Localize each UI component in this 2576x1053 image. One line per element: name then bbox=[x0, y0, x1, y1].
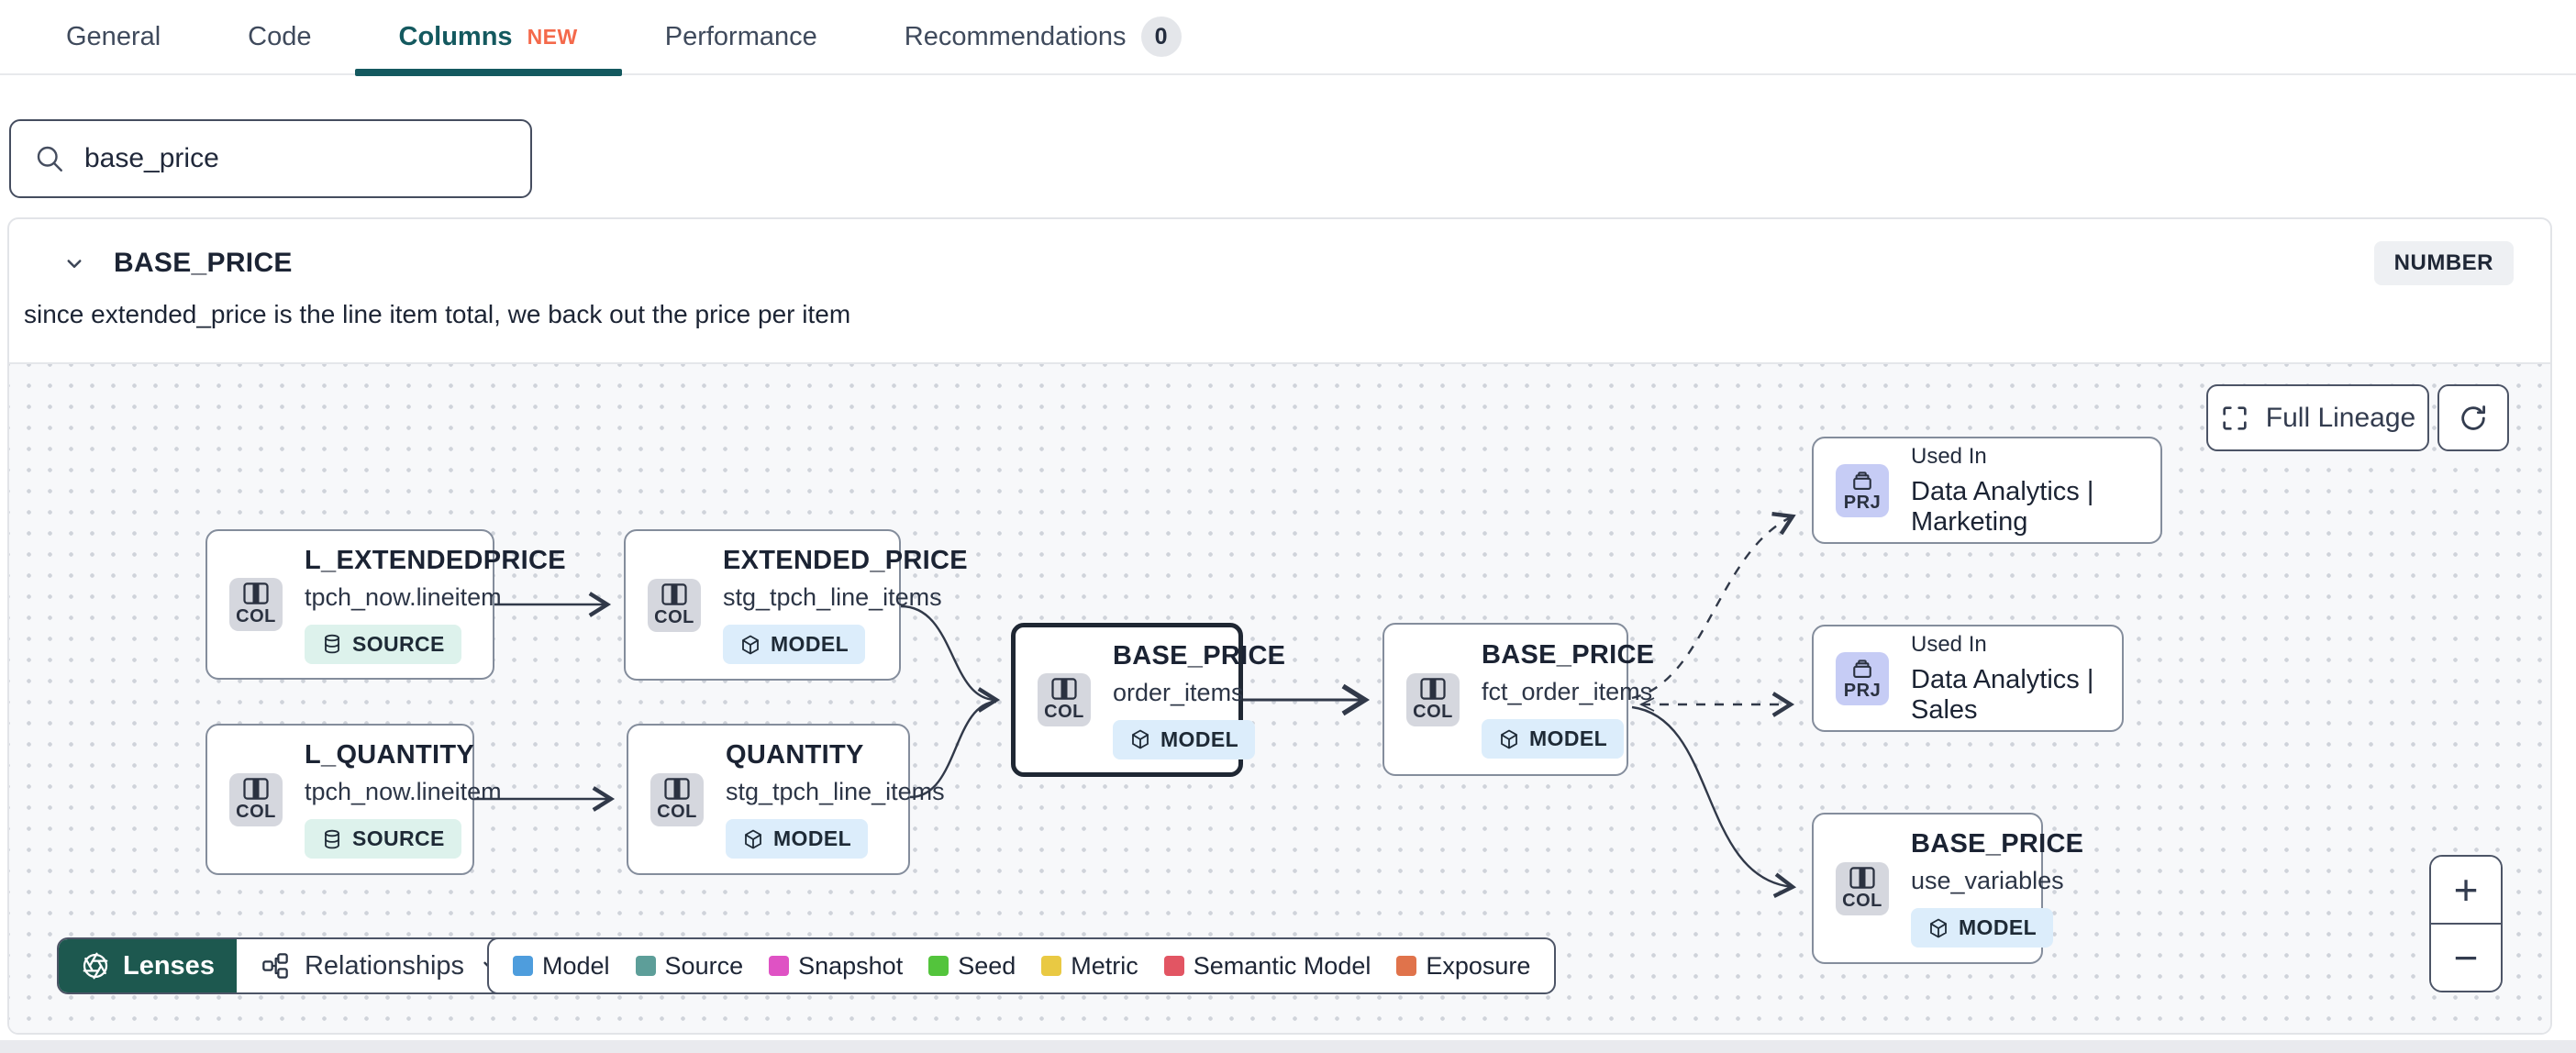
database-icon bbox=[325, 829, 339, 848]
tab-columns[interactable]: Columns NEW bbox=[354, 0, 622, 76]
source-badge: SOURCE bbox=[305, 819, 461, 859]
tab-code[interactable]: Code bbox=[248, 0, 311, 74]
zoom-out-button[interactable]: − bbox=[2431, 925, 2501, 991]
lineage-node-quantity[interactable]: COL QUANTITY stg_tpch_line_items MODEL bbox=[627, 724, 945, 875]
search-icon bbox=[37, 146, 62, 172]
lineage-node-exposure-sales[interactable]: PRJ Used In Data Analytics | Sales bbox=[1812, 625, 2124, 732]
lenses-button[interactable]: Lenses bbox=[59, 939, 237, 992]
relationships-icon bbox=[262, 953, 288, 979]
aperture-icon bbox=[83, 952, 108, 980]
lineage-node-base-price-use-variables[interactable]: COL BASE_PRICE use_variables MODEL bbox=[1812, 813, 2083, 964]
legend-item-exposure: Exposure bbox=[1396, 952, 1530, 981]
refresh-icon bbox=[2461, 405, 2486, 430]
lenses-control: Lenses Relationships bbox=[57, 937, 529, 994]
active-tab-underline bbox=[354, 69, 622, 76]
legend-item-model: Model bbox=[513, 952, 610, 981]
lineage-graph-canvas[interactable]: COL L_EXTENDEDPRICE tpch_now.lineitem SO… bbox=[9, 362, 2550, 1033]
columns-icon: COL bbox=[1836, 861, 1889, 915]
legend-swatch bbox=[928, 956, 949, 976]
tab-performance[interactable]: Performance bbox=[665, 0, 817, 74]
column-search bbox=[9, 119, 532, 198]
tab-general[interactable]: General bbox=[66, 0, 161, 74]
lineage-node-extended-price[interactable]: COL EXTENDED_PRICE stg_tpch_line_items M… bbox=[624, 529, 968, 681]
cube-icon bbox=[742, 635, 759, 654]
lineage-node-base-price-fct-order-items[interactable]: COL BASE_PRICE fct_order_items MODEL bbox=[1382, 623, 1654, 776]
columns-icon: COL bbox=[1038, 673, 1091, 726]
legend-swatch bbox=[1163, 956, 1184, 976]
node-subtitle: tpch_now.lineitem bbox=[305, 582, 502, 611]
lineage-node-l-quantity[interactable]: COL L_QUANTITY tpch_now.lineitem SOURCE bbox=[205, 724, 502, 875]
full-lineage-button[interactable]: Full Lineage bbox=[2206, 384, 2429, 451]
zoom-in-button[interactable]: + bbox=[2431, 857, 2501, 925]
tab-bar: General Code Columns NEW Performance Rec… bbox=[0, 0, 2576, 76]
relationships-dropdown[interactable]: Relationships bbox=[236, 939, 527, 992]
legend-item-metric: Metric bbox=[1041, 952, 1138, 981]
node-subtitle: stg_tpch_line_items bbox=[723, 583, 942, 611]
node-title: L_EXTENDEDPRICE bbox=[305, 545, 566, 575]
legend-item-semantic-model: Semantic Model bbox=[1163, 952, 1371, 981]
archive-icon: PRJ bbox=[1836, 463, 1889, 517]
node-title: Data Analytics | Marketing bbox=[1911, 476, 2094, 537]
column-name: BASE_PRICE bbox=[114, 248, 293, 278]
used-in-label: Used In bbox=[1911, 443, 1987, 469]
column-type-badge: NUMBER bbox=[2373, 241, 2514, 285]
tab-recommendations[interactable]: Recommendations 0 bbox=[905, 0, 1182, 74]
collapse-chevron-icon[interactable] bbox=[61, 249, 88, 277]
node-title: EXTENDED_PRICE bbox=[723, 546, 968, 575]
node-title: L_QUANTITY bbox=[305, 740, 475, 770]
horizontal-scrollbar[interactable] bbox=[0, 1040, 2576, 1053]
zoom-controls: + − bbox=[2429, 855, 2503, 992]
node-title: BASE_PRICE bbox=[1911, 829, 2084, 859]
column-description: since extended_price is the line item to… bbox=[24, 300, 851, 328]
model-badge: MODEL bbox=[1911, 908, 2054, 948]
columns-icon: COL bbox=[229, 578, 283, 631]
cube-icon bbox=[1501, 729, 1517, 748]
legend-swatch bbox=[1041, 956, 1062, 976]
cube-icon bbox=[1930, 918, 1947, 937]
new-badge: NEW bbox=[527, 24, 578, 49]
cube-icon bbox=[745, 829, 761, 848]
columns-icon: COL bbox=[1406, 672, 1460, 726]
used-in-label: Used In bbox=[1911, 631, 1987, 657]
node-subtitle: stg_tpch_line_items bbox=[726, 778, 945, 805]
legend-swatch bbox=[1396, 956, 1417, 976]
lineage-node-base-price-order-items[interactable]: COL BASE_PRICE order_items MODEL bbox=[1011, 623, 1285, 777]
node-title: BASE_PRICE bbox=[1113, 640, 1286, 671]
columns-icon: COL bbox=[648, 578, 701, 632]
recommendations-count-badge: 0 bbox=[1140, 17, 1182, 57]
model-badge: MODEL bbox=[1113, 719, 1256, 759]
search-input[interactable] bbox=[84, 143, 508, 174]
archive-icon: PRJ bbox=[1836, 651, 1889, 705]
legend-item-source: Source bbox=[635, 952, 743, 981]
source-badge: SOURCE bbox=[305, 624, 461, 664]
lineage-node-l-extendedprice[interactable]: COL L_EXTENDEDPRICE tpch_now.lineitem SO… bbox=[205, 529, 566, 680]
legend-swatch bbox=[513, 956, 533, 976]
refresh-button[interactable] bbox=[2437, 384, 2509, 451]
node-title: BASE_PRICE bbox=[1482, 640, 1655, 670]
legend-item-seed: Seed bbox=[928, 952, 1016, 981]
lineage-node-exposure-marketing[interactable]: PRJ Used In Data Analytics | Marketing bbox=[1812, 437, 2162, 544]
node-subtitle: tpch_now.lineitem bbox=[305, 778, 502, 805]
legend-item-snapshot: Snapshot bbox=[769, 952, 903, 981]
column-detail-panel: BASE_PRICE NUMBER since extended_price i… bbox=[7, 217, 2552, 1035]
columns-icon: COL bbox=[229, 772, 283, 826]
node-subtitle: fct_order_items bbox=[1482, 678, 1653, 705]
column-header: BASE_PRICE NUMBER since extended_price i… bbox=[9, 219, 2550, 362]
lineage-legend: Model Source Snapshot Seed Metric Semant… bbox=[487, 937, 1557, 994]
model-badge: MODEL bbox=[723, 625, 866, 664]
expand-icon bbox=[2223, 405, 2247, 430]
cube-icon bbox=[1132, 729, 1149, 749]
node-title: QUANTITY bbox=[726, 740, 864, 770]
legend-swatch bbox=[769, 956, 790, 976]
node-title: Data Analytics | Sales bbox=[1911, 664, 2094, 725]
database-icon bbox=[325, 634, 339, 654]
model-badge: MODEL bbox=[1482, 719, 1625, 759]
node-subtitle: use_variables bbox=[1911, 867, 2064, 894]
legend-swatch bbox=[635, 956, 656, 976]
node-subtitle: order_items bbox=[1113, 678, 1244, 706]
columns-icon: COL bbox=[650, 772, 704, 826]
model-badge: MODEL bbox=[726, 819, 869, 859]
